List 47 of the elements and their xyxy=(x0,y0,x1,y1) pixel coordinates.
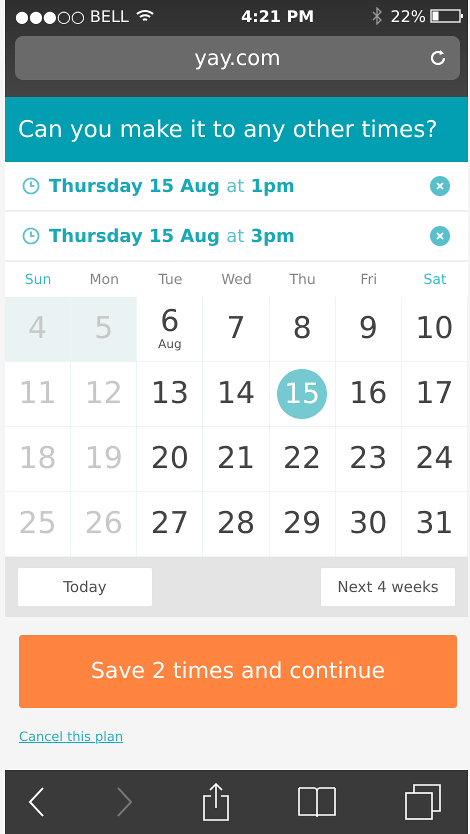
clock-icon xyxy=(22,227,40,245)
day-cell[interactable]: 13 xyxy=(137,362,204,427)
day-cell[interactable]: 27 xyxy=(137,492,204,557)
battery-text: 22% xyxy=(390,6,426,26)
day-cell[interactable]: 16 xyxy=(336,362,402,427)
close-icon xyxy=(436,232,444,240)
day-cell[interactable]: 31 xyxy=(402,492,468,557)
clock-icon xyxy=(22,177,40,195)
month-label: Aug xyxy=(158,337,182,351)
weekday-label: Tue xyxy=(157,272,184,288)
day-cell[interactable]: 8 xyxy=(270,297,336,362)
day-cell[interactable]: 7 xyxy=(203,297,270,362)
day-cell[interactable]: 20 xyxy=(137,427,204,492)
reload-icon xyxy=(428,48,448,68)
today-button[interactable]: Today xyxy=(18,568,152,606)
day-cell[interactable]: 17 xyxy=(402,362,468,427)
day-cell[interactable]: 14 xyxy=(203,362,270,427)
wifi-icon xyxy=(134,8,155,24)
bluetooth-icon xyxy=(372,7,382,25)
weekday-label: Fri xyxy=(359,272,378,288)
weekday-label: Sun xyxy=(24,272,52,288)
day-cell[interactable]: 30 xyxy=(336,492,402,557)
day-cell[interactable]: 22 xyxy=(270,427,336,492)
day-cell[interactable]: 24 xyxy=(402,427,468,492)
battery-icon xyxy=(430,8,464,24)
header-title: Can you make it to any other times? xyxy=(18,116,438,142)
day-cell[interactable]: 21 xyxy=(203,427,270,492)
share-button[interactable] xyxy=(200,782,230,822)
next-weeks-button[interactable]: Next 4 weeks xyxy=(321,568,455,606)
carrier-text: ●●●○○ BELL xyxy=(15,6,129,26)
day-cell[interactable]: 6 Aug xyxy=(137,297,204,362)
time-slot-text: Thursday 15 Aug at 3pm xyxy=(49,226,296,246)
tabs-button[interactable] xyxy=(404,783,442,821)
close-icon xyxy=(436,182,444,190)
weekday-label: Sat xyxy=(422,272,448,288)
day-cell[interactable]: 23 xyxy=(336,427,402,492)
address-bar[interactable]: yay.com xyxy=(15,36,460,80)
weekday-label: Wed xyxy=(220,272,253,288)
day-cell[interactable]: 9 xyxy=(336,297,402,362)
day-cell[interactable]: 29 xyxy=(270,492,336,557)
clock-text: 4:21 PM xyxy=(240,6,316,26)
time-slot-text: Thursday 15 Aug at 1pm xyxy=(49,176,296,196)
weekday-label: Thu xyxy=(288,272,317,288)
day-cell[interactable]: 10 xyxy=(402,297,468,362)
bookmarks-button[interactable] xyxy=(297,785,338,819)
weekday-label: Mon xyxy=(88,272,120,288)
day-cell[interactable]: 28 xyxy=(203,492,270,557)
